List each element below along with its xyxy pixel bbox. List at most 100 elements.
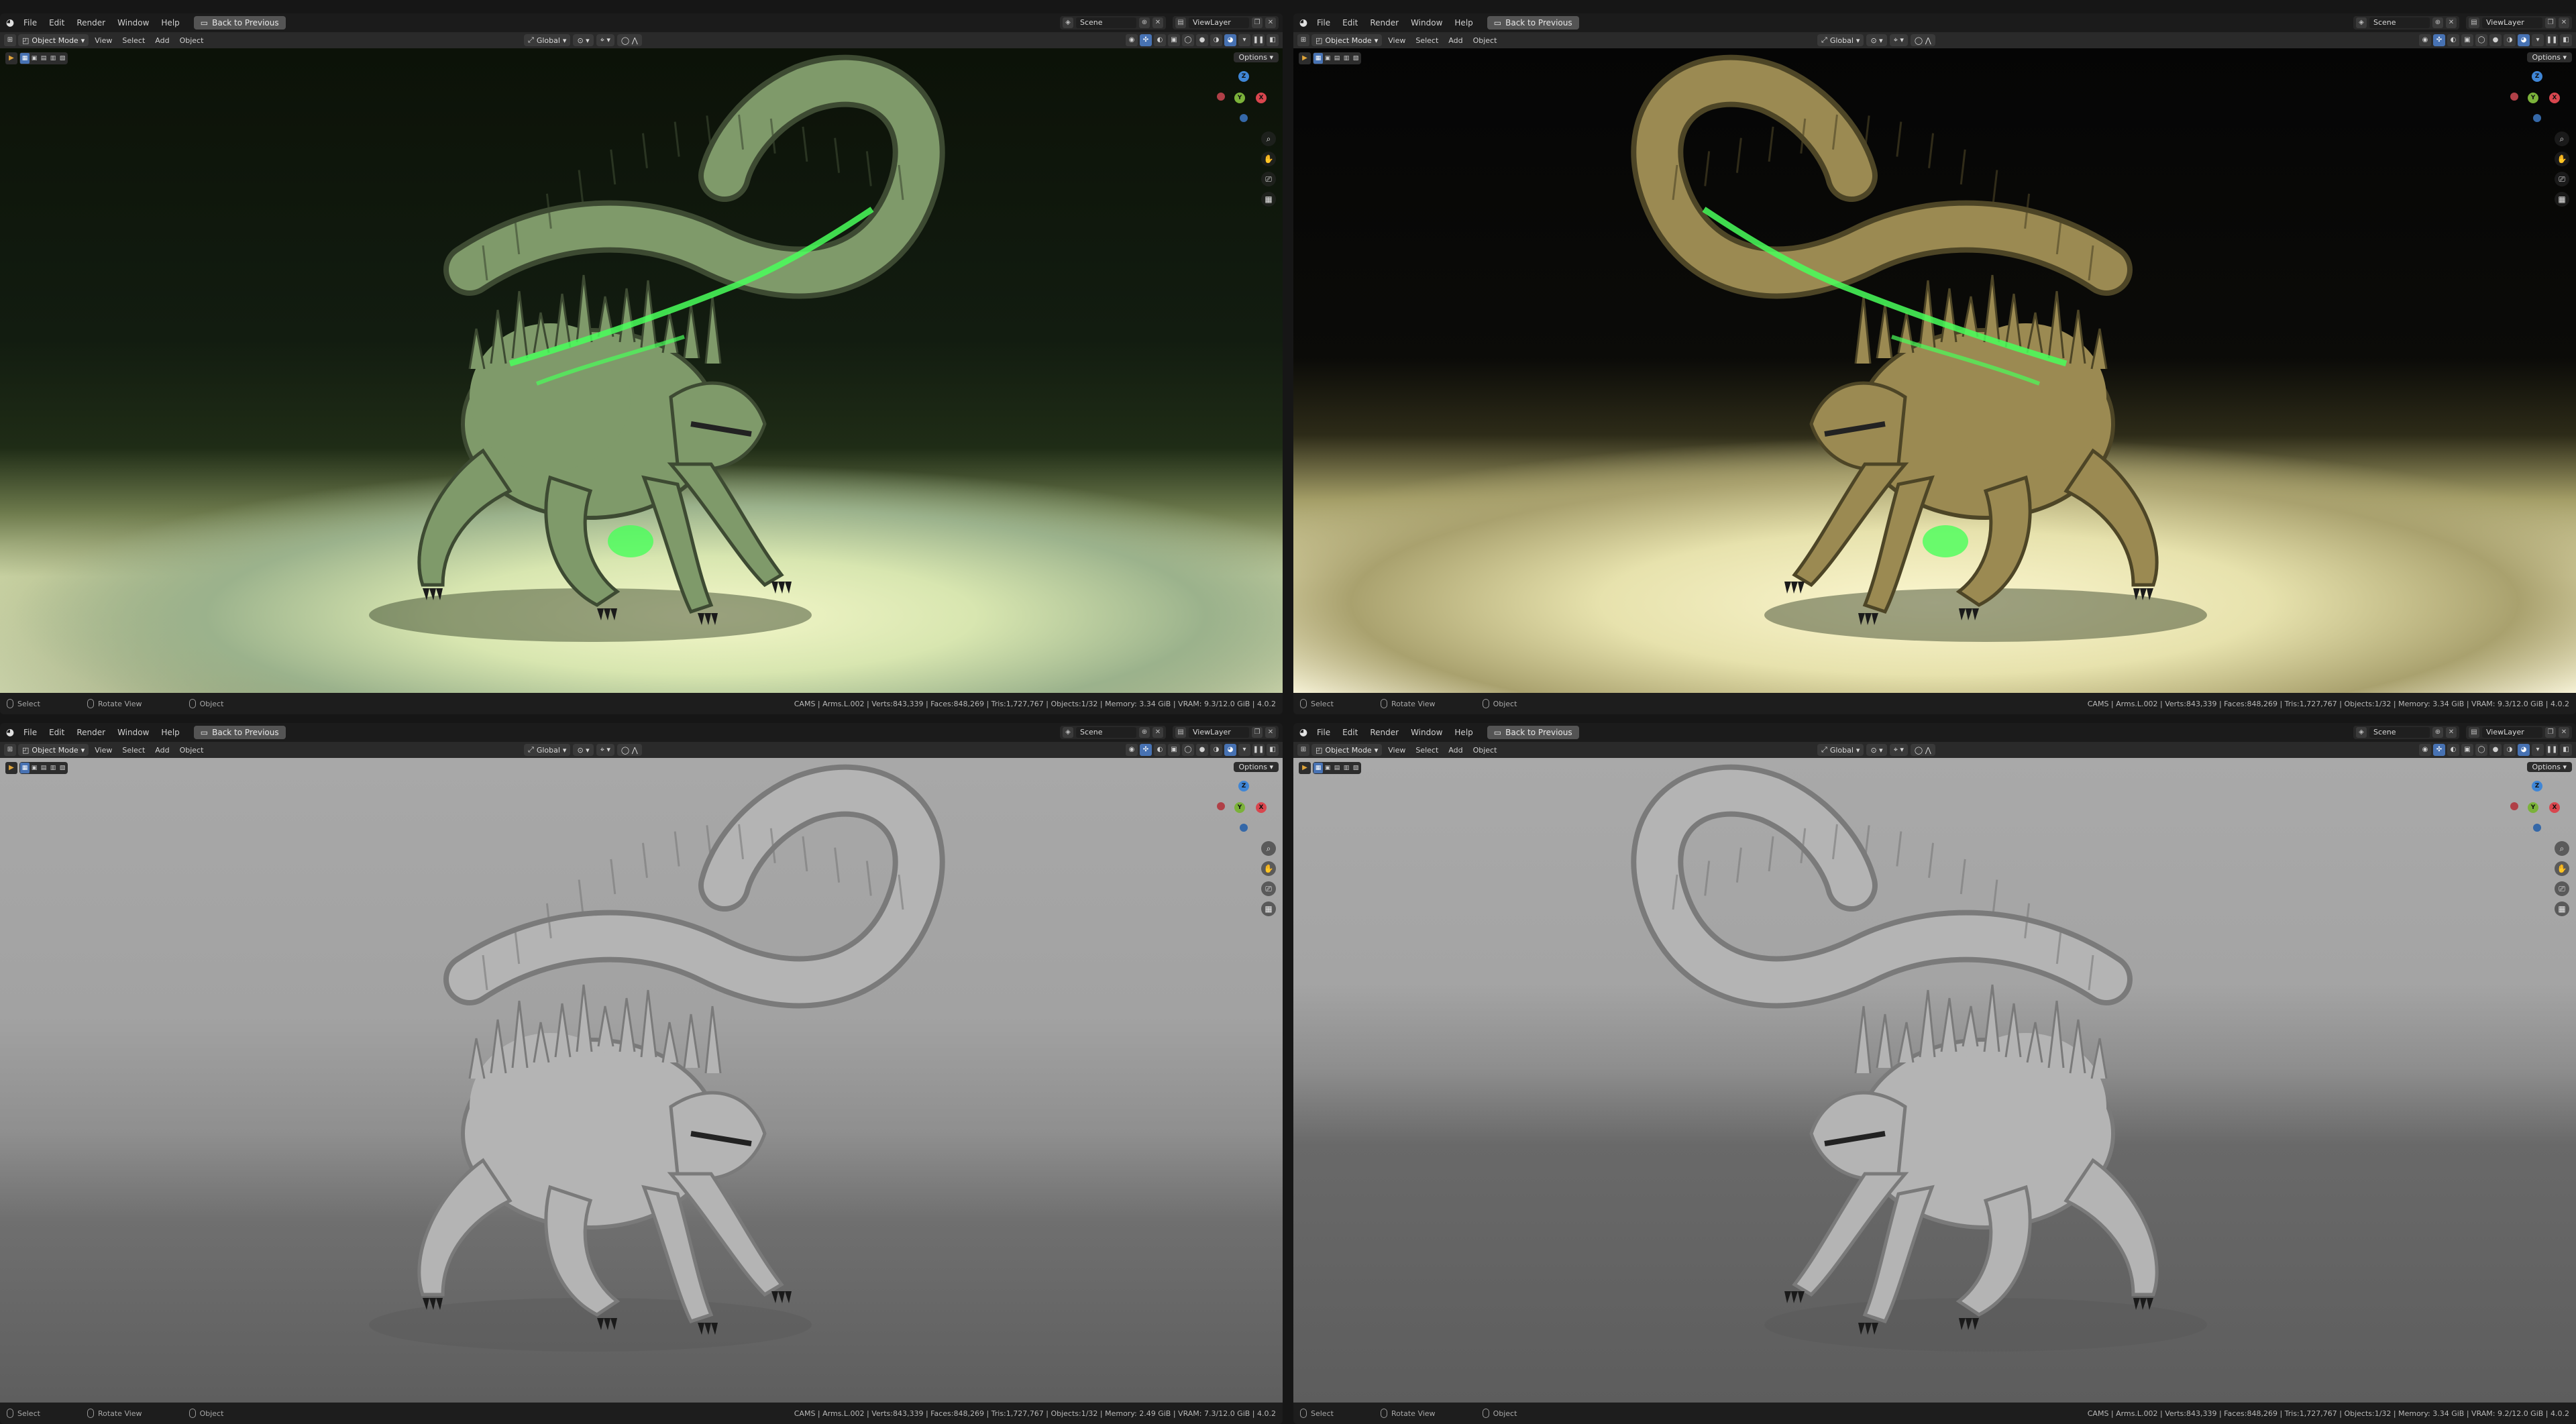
close-icon[interactable]: ✕ — [1265, 727, 1276, 738]
rendered-shading-icon[interactable]: ◕ — [1224, 34, 1236, 46]
select-mode-group[interactable]: ▦ ▣ ▤ ▥ ▧ — [19, 762, 68, 774]
3d-viewport[interactable]: ▶ ▦ ▣ ▤ ▥ ▧ Options ▾ Z Y X ⌕ ✋ ⎚ ▦ — [0, 48, 1283, 693]
axis-neg-z-icon[interactable] — [2533, 114, 2541, 122]
close-icon[interactable]: ✕ — [2559, 727, 2569, 738]
menu-file[interactable]: File — [1312, 726, 1335, 738]
play-icon[interactable]: ▶ — [5, 762, 17, 774]
proportional-edit-toggle[interactable]: ◯ ⋀ — [1910, 744, 1935, 756]
menu-render[interactable]: Render — [1365, 17, 1403, 29]
pivot-dropdown[interactable]: ⊙ ▾ — [1866, 34, 1887, 46]
menu-window[interactable]: Window — [113, 17, 154, 29]
menu-help[interactable]: Help — [1450, 726, 1477, 738]
camera-view-icon[interactable]: ⎚ — [2555, 881, 2569, 896]
transform-orientation-dropdown[interactable]: ⤢ Global ▾ — [524, 744, 571, 756]
close-icon[interactable]: ✕ — [2446, 17, 2457, 28]
play-icon[interactable]: ▶ — [5, 52, 17, 64]
wireframe-shading-icon[interactable]: ◯ — [1182, 744, 1194, 756]
blender-logo-icon[interactable]: ◕ — [1297, 726, 1309, 738]
menu-window[interactable]: Window — [113, 726, 154, 738]
proportional-edit-toggle[interactable]: ◯ ⋀ — [1910, 34, 1935, 46]
copy-icon[interactable]: ❐ — [2545, 727, 2556, 738]
sidebar-toggle-icon[interactable]: ◧ — [1267, 744, 1279, 756]
snap-dropdown[interactable]: ⌖ ▾ — [1889, 744, 1908, 756]
menu-window[interactable]: Window — [1406, 17, 1447, 29]
pan-hand-icon[interactable]: ✋ — [1261, 861, 1276, 876]
xray-icon[interactable]: ▣ — [2461, 744, 2473, 756]
material-shading-icon[interactable]: ◑ — [2504, 744, 2516, 756]
perspective-grid-icon[interactable]: ▦ — [1261, 901, 1276, 916]
solid-shading-icon[interactable]: ● — [1196, 744, 1208, 756]
axis-y-icon[interactable]: Y — [1234, 802, 1245, 813]
pivot-dropdown[interactable]: ⊙ ▾ — [1866, 744, 1887, 756]
overlay-icon[interactable]: ◐ — [1154, 34, 1166, 46]
axis-neg-x-icon[interactable] — [2510, 93, 2518, 101]
navigation-gizmo[interactable]: Z Y X — [1217, 781, 1271, 834]
menu-view[interactable]: View — [1384, 745, 1409, 755]
select-extend-icon[interactable]: ▣ — [30, 53, 39, 64]
pan-hand-icon[interactable]: ✋ — [2555, 152, 2569, 166]
axis-z-icon[interactable]: Z — [2532, 781, 2542, 791]
scene-name[interactable]: Scene — [2369, 727, 2430, 738]
proportional-edit-toggle[interactable]: ◯ ⋀ — [616, 744, 642, 756]
navigation-gizmo[interactable]: Z Y X — [2510, 781, 2564, 834]
menu-render[interactable]: Render — [1365, 726, 1403, 738]
close-icon[interactable]: ✕ — [1265, 17, 1276, 28]
play-icon[interactable]: ▶ — [1299, 762, 1311, 774]
menu-view[interactable]: View — [91, 36, 116, 46]
visibility-icon[interactable]: ◉ — [2419, 744, 2431, 756]
copy-icon[interactable]: ❐ — [1252, 17, 1263, 28]
menu-select[interactable]: Select — [1411, 36, 1442, 46]
menu-add[interactable]: Add — [1444, 745, 1466, 755]
snap-dropdown[interactable]: ⌖ ▾ — [596, 34, 614, 46]
menu-add[interactable]: Add — [1444, 36, 1466, 46]
menu-object[interactable]: Object — [176, 745, 208, 755]
camera-view-icon[interactable]: ⎚ — [1261, 881, 1276, 896]
view-layer-selector[interactable]: ▤ ViewLayer ❐ ✕ — [1173, 726, 1279, 739]
menu-view[interactable]: View — [91, 745, 116, 755]
rendered-shading-icon[interactable]: ◕ — [1224, 744, 1236, 756]
close-icon[interactable]: ✕ — [1152, 17, 1163, 28]
shading-options-icon[interactable]: ▾ — [1238, 34, 1250, 46]
pin-icon[interactable]: ⊕ — [1139, 727, 1150, 738]
copy-icon[interactable]: ❐ — [1252, 727, 1263, 738]
perspective-grid-icon[interactable]: ▦ — [1261, 192, 1276, 207]
select-invert-icon[interactable]: ▥ — [48, 53, 58, 64]
select-mode-group[interactable]: ▦ ▣ ▤ ▥ ▧ — [1313, 52, 1361, 64]
menu-render[interactable]: Render — [72, 726, 110, 738]
sidebar-toggle-icon[interactable]: ◧ — [2560, 744, 2572, 756]
solid-shading-icon[interactable]: ● — [2489, 744, 2502, 756]
sidebar-toggle-icon[interactable]: ◧ — [1267, 34, 1279, 46]
transform-orientation-dropdown[interactable]: ⤢ Global ▾ — [1817, 34, 1864, 46]
options-dropdown[interactable]: Options ▾ — [1233, 52, 1279, 62]
view-layer-selector[interactable]: ▤ ViewLayer ❐ ✕ — [2466, 16, 2572, 30]
select-invert-icon[interactable]: ▥ — [1342, 763, 1351, 773]
scene-name[interactable]: Scene — [1076, 727, 1136, 738]
scene-name[interactable]: Scene — [1076, 17, 1136, 28]
options-dropdown[interactable]: Options ▾ — [1233, 762, 1279, 772]
editor-type-icon[interactable]: ⊞ — [1297, 744, 1309, 756]
pan-hand-icon[interactable]: ✋ — [1261, 152, 1276, 166]
axis-y-icon[interactable]: Y — [2528, 93, 2538, 103]
select-invert-icon[interactable]: ▥ — [1342, 53, 1351, 64]
editor-type-icon[interactable]: ⊞ — [4, 744, 16, 756]
3d-viewport[interactable]: ▶ ▦ ▣ ▤ ▥ ▧ Options ▾ Z Y X ⌕ ✋ ⎚ ▦ — [1293, 758, 2576, 1403]
object-mode-dropdown[interactable]: ◰ Object Mode ▾ — [18, 34, 89, 46]
back-to-previous-button[interactable]: ▭ Back to Previous — [193, 726, 286, 739]
select-box-icon[interactable]: ▦ — [20, 763, 30, 773]
axis-z-icon[interactable]: Z — [2532, 71, 2542, 82]
proportional-edit-toggle[interactable]: ◯ ⋀ — [616, 34, 642, 46]
axis-x-icon[interactable]: X — [2549, 802, 2560, 813]
view-layer-selector[interactable]: ▤ ViewLayer ❐ ✕ — [1173, 16, 1279, 30]
snap-dropdown[interactable]: ⌖ ▾ — [1889, 34, 1908, 46]
navigation-gizmo[interactable]: Z Y X — [1217, 71, 1271, 125]
rendered-shading-icon[interactable]: ◕ — [2518, 34, 2530, 46]
axis-neg-x-icon[interactable] — [1217, 802, 1225, 810]
axis-y-icon[interactable]: Y — [2528, 802, 2538, 813]
view-layer-name[interactable]: ViewLayer — [2482, 727, 2542, 738]
menu-select[interactable]: Select — [118, 36, 149, 46]
xray-icon[interactable]: ▣ — [1168, 744, 1180, 756]
select-subtract-icon[interactable]: ▤ — [1332, 763, 1342, 773]
editor-type-icon[interactable]: ⊞ — [1297, 34, 1309, 46]
camera-view-icon[interactable]: ⎚ — [2555, 172, 2569, 186]
shading-options-icon[interactable]: ▾ — [2532, 744, 2544, 756]
